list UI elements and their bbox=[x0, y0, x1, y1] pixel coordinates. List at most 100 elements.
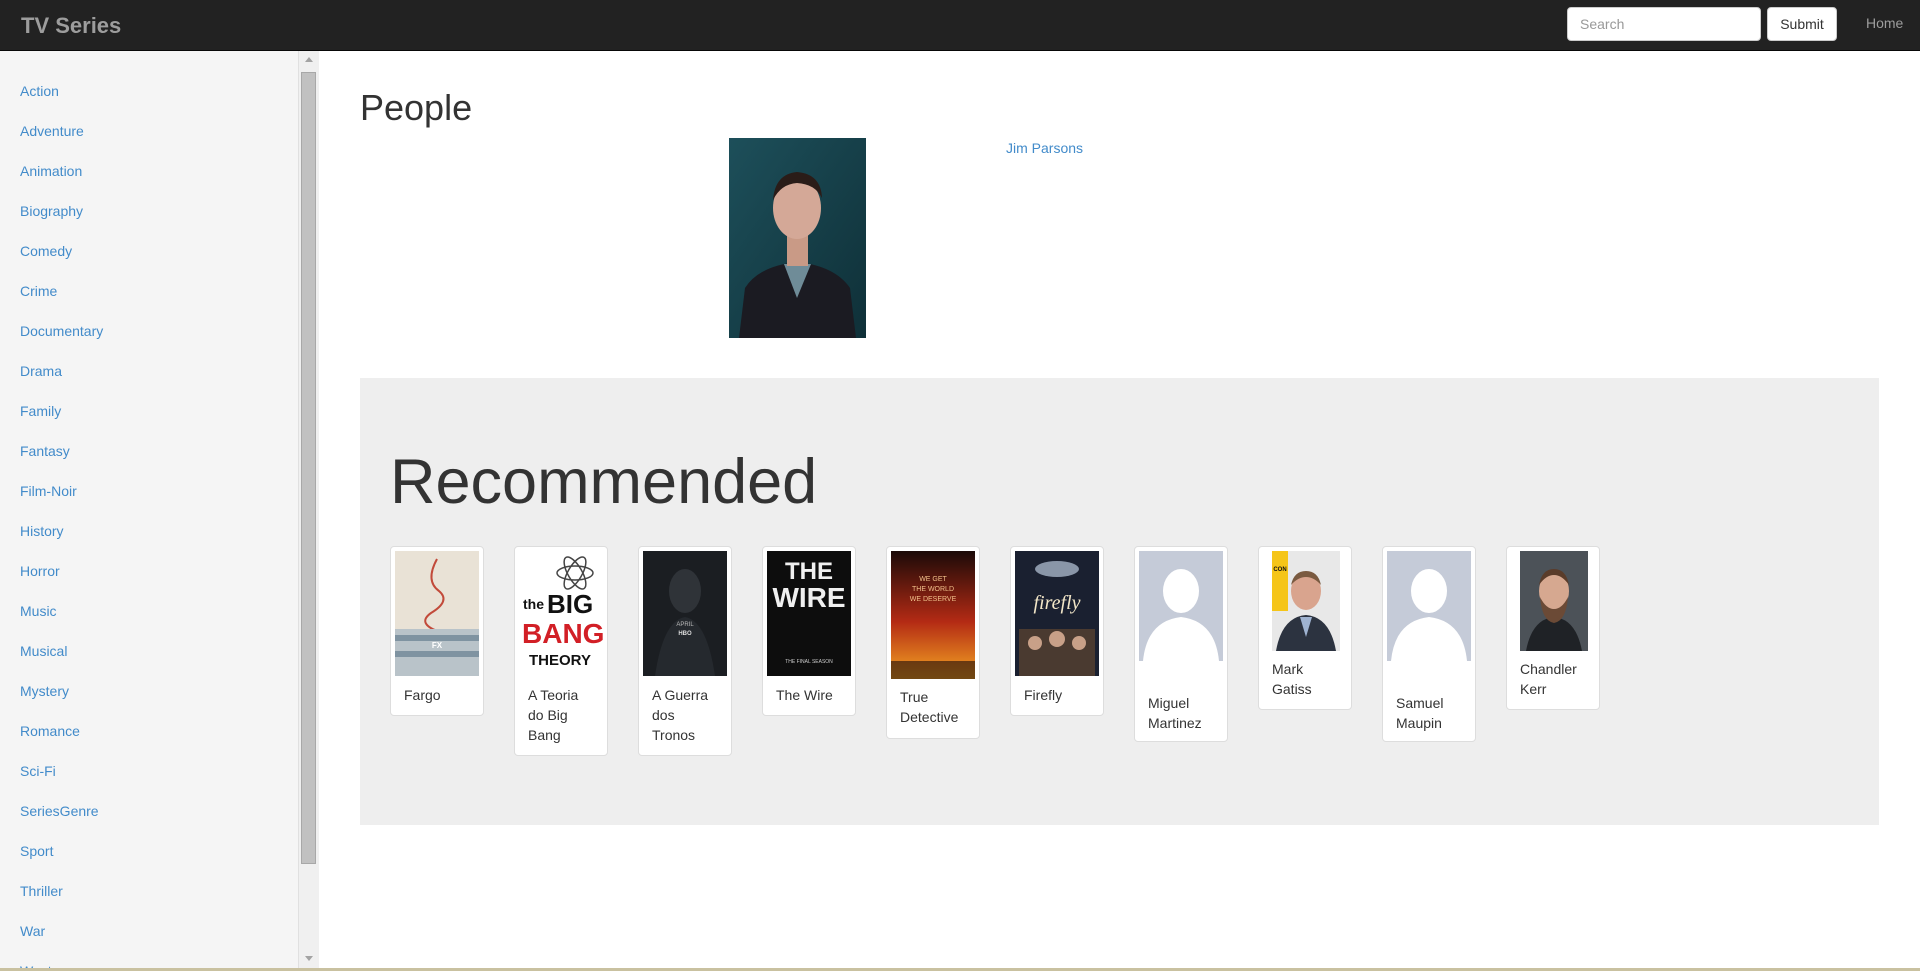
poster-image[interactable]: THE WIRE THE FINAL SEASON bbox=[767, 551, 851, 676]
poster-image[interactable]: firefly bbox=[1015, 551, 1099, 676]
poster-text: the bbox=[523, 596, 544, 612]
sidebar-item-romance[interactable]: Romance bbox=[20, 723, 103, 763]
sidebar-item-label[interactable]: Drama bbox=[20, 363, 62, 379]
recommended-card[interactable]: FX Fargo bbox=[390, 546, 484, 716]
sidebar-item-comedy[interactable]: Comedy bbox=[20, 243, 103, 283]
scroll-down-icon[interactable] bbox=[305, 956, 313, 961]
sidebar-item-label[interactable]: Mystery bbox=[20, 683, 69, 699]
scroll-thumb[interactable] bbox=[301, 72, 316, 864]
sidebar-item-label[interactable]: Biography bbox=[20, 203, 83, 219]
sidebar-item-war[interactable]: War bbox=[20, 923, 103, 963]
poster-image[interactable]: APRIL HBO bbox=[643, 551, 727, 676]
poster-text: HBO bbox=[678, 631, 692, 637]
page-title: People bbox=[360, 87, 473, 128]
poster-text: WIRE bbox=[772, 582, 845, 613]
sidebar-item-label[interactable]: History bbox=[20, 523, 64, 539]
home-link[interactable]: Home bbox=[1866, 15, 1903, 31]
poster-text: WE GET bbox=[919, 576, 947, 583]
sidebar-item-label[interactable]: Sci-Fi bbox=[20, 763, 56, 779]
poster-text: THE WORLD bbox=[912, 586, 954, 593]
sidebar-item-film-noir[interactable]: Film-Noir bbox=[20, 483, 103, 523]
sidebar-item-label[interactable]: Sport bbox=[20, 843, 53, 859]
recommended-card[interactable]: Miguel Martinez bbox=[1134, 546, 1228, 742]
recommended-card[interactable]: CON Mark Gatiss bbox=[1258, 546, 1352, 710]
search-input[interactable] bbox=[1567, 7, 1761, 41]
avatar[interactable] bbox=[1139, 551, 1223, 661]
person-photo[interactable] bbox=[729, 138, 866, 338]
recommended-card[interactable]: Chandler Kerr bbox=[1506, 546, 1600, 710]
scroll-up-icon[interactable] bbox=[305, 57, 313, 62]
sidebar-item-fantasy[interactable]: Fantasy bbox=[20, 443, 103, 483]
sidebar-item-label[interactable]: Crime bbox=[20, 283, 57, 299]
sidebar-item-seriesgenre[interactable]: SeriesGenre bbox=[20, 803, 103, 843]
sidebar-item-documentary[interactable]: Documentary bbox=[20, 323, 103, 363]
person-link[interactable]: Jim Parsons bbox=[1006, 140, 1083, 156]
sidebar-item-label[interactable]: Thriller bbox=[20, 883, 63, 899]
sidebar-item-label[interactable]: Romance bbox=[20, 723, 80, 739]
card-caption: Chandler Kerr bbox=[1520, 661, 1577, 697]
sidebar-item-music[interactable]: Music bbox=[20, 603, 103, 643]
genre-list: Action Adventure Animation Biography Com… bbox=[20, 83, 103, 971]
poster-image[interactable]: WE GET THE WORLD WE DESERVE bbox=[891, 551, 975, 679]
sidebar-item-label[interactable]: War bbox=[20, 923, 45, 939]
sidebar-item-sport[interactable]: Sport bbox=[20, 843, 103, 883]
recommended-card[interactable]: APRIL HBO A Guerra dos Tronos bbox=[638, 546, 732, 756]
card-caption: A Guerra dos Tronos bbox=[652, 687, 709, 743]
sidebar-item-sci-fi[interactable]: Sci-Fi bbox=[20, 763, 103, 803]
sidebar-item-label[interactable]: Documentary bbox=[20, 323, 103, 339]
sidebar-item-mystery[interactable]: Mystery bbox=[20, 683, 103, 723]
sidebar-item-label[interactable]: SeriesGenre bbox=[20, 803, 99, 819]
sidebar-item-action[interactable]: Action bbox=[20, 83, 103, 123]
sidebar-scrollbar[interactable] bbox=[298, 51, 319, 971]
sidebar-item-crime[interactable]: Crime bbox=[20, 283, 103, 323]
card-caption: Mark Gatiss bbox=[1272, 661, 1312, 697]
sidebar-item-label[interactable]: Family bbox=[20, 403, 61, 419]
poster-text: THE bbox=[785, 558, 833, 585]
recommended-card[interactable]: WE GET THE WORLD WE DESERVE True Detecti… bbox=[886, 546, 980, 739]
sidebar-item-biography[interactable]: Biography bbox=[20, 203, 103, 243]
sidebar-item-label[interactable]: Music bbox=[20, 603, 57, 619]
sidebar-item-label[interactable]: Horror bbox=[20, 563, 60, 579]
sidebar-item-label[interactable]: Fantasy bbox=[20, 443, 70, 459]
poster-text: CON bbox=[1273, 567, 1286, 573]
sidebar-item-adventure[interactable]: Adventure bbox=[20, 123, 103, 163]
sidebar-item-thriller[interactable]: Thriller bbox=[20, 883, 103, 923]
card-caption: Samuel Maupin bbox=[1396, 695, 1444, 731]
brand-title[interactable]: TV Series bbox=[21, 13, 121, 39]
recommended-heading: Recommended bbox=[390, 447, 818, 517]
avatar[interactable] bbox=[1520, 551, 1588, 651]
avatar[interactable]: CON bbox=[1272, 551, 1340, 651]
sidebar-item-label[interactable]: Musical bbox=[20, 643, 67, 659]
sidebar-item-label[interactable]: Action bbox=[20, 83, 59, 99]
sidebar-item-family[interactable]: Family bbox=[20, 403, 103, 443]
submit-button[interactable]: Submit bbox=[1767, 7, 1837, 41]
recommended-card[interactable]: THE WIRE THE FINAL SEASON The Wire bbox=[762, 546, 856, 716]
poster-text: THE FINAL SEASON bbox=[785, 659, 833, 665]
poster-text: BANG bbox=[522, 618, 603, 649]
sidebar-item-label[interactable]: Adventure bbox=[20, 123, 84, 139]
genre-sidebar: Action Adventure Animation Biography Com… bbox=[0, 51, 298, 971]
avatar[interactable] bbox=[1387, 551, 1471, 661]
poster-text: FX bbox=[432, 641, 443, 650]
sidebar-item-label[interactable]: Film-Noir bbox=[20, 483, 77, 499]
card-caption: True Detective bbox=[900, 689, 959, 725]
recommended-card[interactable]: firefly Firefly bbox=[1010, 546, 1104, 716]
sidebar-item-history[interactable]: History bbox=[20, 523, 103, 563]
sidebar-item-musical[interactable]: Musical bbox=[20, 643, 103, 683]
poster-image[interactable]: the BIG BANG THEORY bbox=[519, 551, 603, 676]
top-navbar: TV Series Submit Home bbox=[0, 0, 1920, 51]
sidebar-item-animation[interactable]: Animation bbox=[20, 163, 103, 203]
recommended-card[interactable]: the BIG BANG THEORY A Teoria do Big Bang bbox=[514, 546, 608, 756]
poster-text: APRIL bbox=[676, 622, 694, 628]
card-caption: The Wire bbox=[776, 687, 833, 703]
sidebar-item-drama[interactable]: Drama bbox=[20, 363, 103, 403]
poster-text: BIG bbox=[547, 589, 593, 619]
sidebar-item-horror[interactable]: Horror bbox=[20, 563, 103, 603]
poster-text: THEORY bbox=[529, 652, 591, 669]
sidebar-item-label[interactable]: Comedy bbox=[20, 243, 72, 259]
poster-image[interactable]: FX bbox=[395, 551, 479, 676]
recommended-card[interactable]: Samuel Maupin bbox=[1382, 546, 1476, 742]
poster-text: firefly bbox=[1033, 592, 1080, 614]
recommended-section: Recommended FX Fargo the BIG BANG THEORY… bbox=[360, 378, 1879, 825]
sidebar-item-label[interactable]: Animation bbox=[20, 163, 82, 179]
